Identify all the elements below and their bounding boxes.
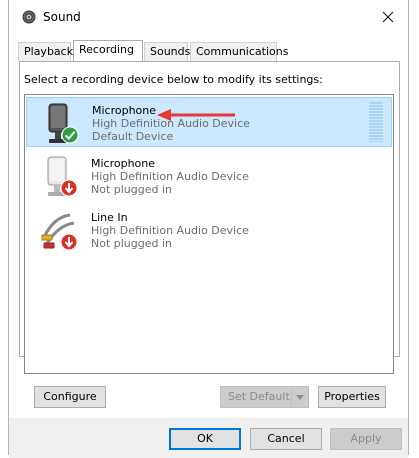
set-default-button: Set Default [220,386,309,408]
device-name: Microphone [92,104,157,117]
default-check-icon [61,126,79,144]
configure-button[interactable]: Configure [34,386,106,408]
window-title: Sound [43,10,81,24]
tab-sounds[interactable]: Sounds [144,42,190,61]
tab-playback[interactable]: Playback [18,42,73,61]
device-driver: High Definition Audio Device [91,170,249,183]
device-item-microphone-default[interactable]: Microphone High Definition Audio Device … [26,97,392,147]
title-bar: Sound [9,0,408,34]
device-item-microphone-unplugged[interactable]: Microphone High Definition Audio Device … [26,151,392,201]
instruction-text: Select a recording device below to modif… [24,73,323,86]
device-list[interactable]: Microphone High Definition Audio Device … [24,94,394,374]
apply-button: Apply [330,428,402,450]
device-status: Not plugged in [91,237,173,250]
device-item-line-in[interactable]: Line In High Definition Audio Device Not… [26,205,392,255]
close-button[interactable] [368,0,408,34]
device-name: Line In [91,211,128,224]
tab-recording[interactable]: Recording [73,40,143,61]
tab-communications[interactable]: Communications [190,42,288,61]
device-status: Not plugged in [91,183,173,196]
device-status: Default Device [92,130,174,143]
unplugged-status-icon [60,233,78,251]
speaker-icon [22,10,36,24]
set-default-label: Set Default [228,390,290,403]
chevron-down-icon [291,387,308,407]
device-name: Microphone [91,157,156,170]
red-arrow-annotation [157,109,235,121]
level-meter [369,102,383,142]
close-icon [382,11,394,23]
ok-button[interactable]: OK [169,428,241,450]
cancel-button[interactable]: Cancel [250,428,322,450]
device-driver: High Definition Audio Device [91,224,249,237]
unplugged-status-icon [60,179,78,197]
properties-button[interactable]: Properties [318,386,386,408]
